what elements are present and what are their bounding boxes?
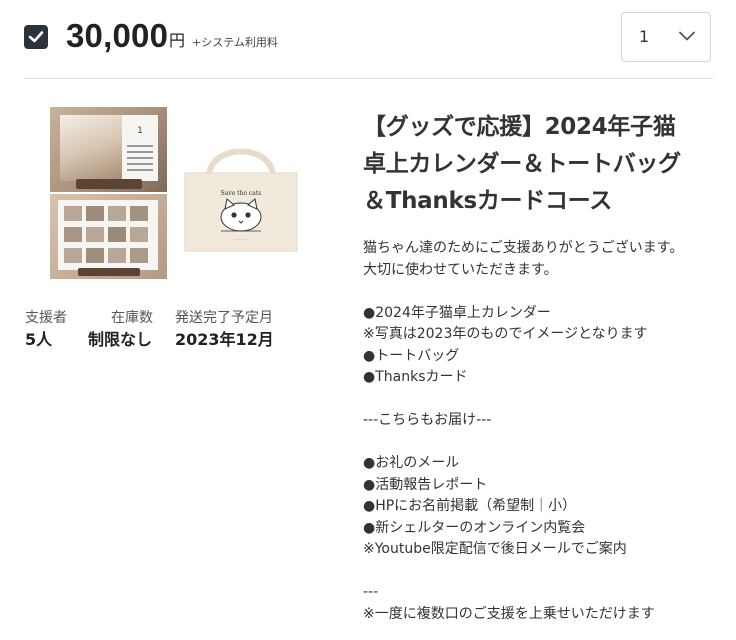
description-line: ※Youtube限定配信で後日メールでご案内: [363, 541, 627, 557]
delivery-value: 2023年12月: [175, 330, 274, 349]
description-line: 猫ちゃん達のためにご支援ありがとうございます。: [363, 240, 684, 256]
description-line: ●活動報告レポート: [363, 477, 488, 493]
reward-title-line: 【グッズで応援】2024年子猫: [363, 114, 676, 140]
calendar-grid-photo: [50, 194, 167, 279]
system-fee-note: +システム利用料: [192, 36, 278, 49]
reward-image: 1 Save the cats · · · · · ·: [50, 107, 310, 279]
reward-title: 【グッズで応援】2024年子猫 卓上カレンダー＆トートバッグ ＆Thanksカー…: [363, 109, 723, 220]
description-line: ※一度に複数口のご支援を上乗せいただけます: [363, 606, 655, 622]
calendar-photo: 1: [50, 107, 167, 192]
quantity-select[interactable]: 1: [621, 12, 711, 62]
description-line: ●トートバッグ: [363, 348, 460, 364]
supporters-value: 5人: [25, 330, 53, 349]
description-line: ●Thanksカード: [363, 369, 468, 385]
reward-title-line: ＆Thanksカードコース: [363, 188, 612, 214]
reward-select-checkbox[interactable]: [24, 25, 48, 49]
description-line: ※写真は2023年のものでイメージとなります: [363, 326, 648, 342]
reward-price: 30,000: [66, 17, 169, 54]
description-line: ---こちらもお届け---: [363, 412, 492, 428]
stock-label: 在庫数: [111, 310, 153, 326]
description-line: ●HPにお名前掲載（希望制｜小）: [363, 498, 577, 514]
quantity-value: 1: [639, 27, 650, 46]
checkmark-icon: [28, 31, 44, 43]
reward-title-line: 卓上カレンダー＆トートバッグ: [363, 151, 681, 177]
tote-bag-image: Save the cats · · · · · ·: [184, 148, 298, 252]
currency-unit: 円: [169, 31, 186, 50]
supporters-label: 支援者: [25, 310, 67, 326]
description-line: ●新シェルターのオンライン内覧会: [363, 520, 586, 536]
description-line: ●お礼のメール: [363, 455, 460, 471]
tote-print-text: Save the cats: [221, 190, 262, 197]
reward-card: 30,000 円 +システム利用料 1 1 Save the cats · · …: [0, 0, 736, 640]
description-line: 大切に使わせていただきます。: [363, 262, 558, 278]
stock-value: 制限なし: [88, 330, 153, 349]
delivery-label: 発送完了予定月: [175, 310, 273, 326]
description-line: ●2024年子猫卓上カレンダー: [363, 305, 551, 321]
header-divider: [24, 78, 713, 79]
chevron-down-icon: [679, 31, 695, 41]
description-line: ---: [363, 584, 379, 600]
svg-text:1: 1: [137, 126, 143, 136]
svg-text:· · · · · ·: · · · · · ·: [234, 237, 248, 242]
